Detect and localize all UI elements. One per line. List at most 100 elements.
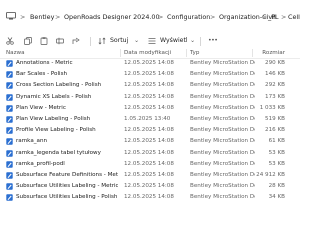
file-size: 146 KB — [265, 71, 285, 78]
breadcrumb-separator: > — [158, 13, 164, 21]
file-date-modified: 12.05.2025 14:08 — [124, 160, 174, 167]
file-type: Bentley MicroStation De... — [190, 160, 255, 167]
column-divider[interactable] — [186, 49, 187, 57]
breadcrumb-separator: > — [20, 13, 26, 21]
dgn-file-icon — [6, 194, 13, 202]
file-size: 290 KB — [265, 60, 285, 66]
file-name: Plan View - Metric — [16, 104, 66, 111]
file-row[interactable]: Profile View Labeling - Polish 12.05.2025… — [0, 125, 300, 136]
file-size: 519 KB — [265, 116, 285, 122]
breadcrumb-pl[interactable]: _PL — [268, 13, 279, 21]
copy-icon[interactable] — [24, 37, 32, 45]
share-icon[interactable] — [72, 37, 80, 45]
dgn-file-icon — [6, 161, 13, 168]
dgn-file-icon — [6, 105, 13, 112]
file-date-modified: 12.05.2025 14:08 — [124, 183, 174, 190]
file-name: Profile View Labeling - Polish — [16, 127, 96, 134]
file-size: 53 KB — [268, 149, 285, 156]
file-date-modified: 12.05.2025 14:08 — [124, 149, 174, 156]
column-type-header[interactable]: Typ — [190, 49, 199, 57]
file-date-modified: 12.05.2025 14:08 — [124, 60, 174, 66]
file-row[interactable]: Subsurface Feature Definitions - Metric 1… — [0, 170, 300, 181]
command-bar: Sortuj ⌄ Wyświetl ⌄ ••• — [0, 34, 300, 48]
file-size: 173 KB — [265, 93, 285, 100]
file-row[interactable]: ramka_profil-podl 12.05.2025 14:08 Bentley… — [0, 159, 300, 170]
file-size: 292 KB — [265, 82, 285, 89]
file-date-modified: 12.05.2025 14:08 — [124, 194, 174, 201]
sort-button[interactable]: Sortuj — [110, 37, 128, 45]
file-name: ramka_legenda tabel tytułowy — [16, 149, 101, 156]
file-row[interactable]: Dynamic XS Labels - Polish 12.05.2025 14:… — [0, 92, 300, 103]
file-size: 34 KB — [268, 194, 285, 201]
breadcrumb-separator: > — [210, 13, 216, 21]
column-divider[interactable] — [252, 49, 253, 57]
file-type: Bentley MicroStation De... — [190, 194, 255, 201]
file-date-modified: 12.05.2025 14:08 — [124, 172, 174, 178]
file-name: Subsurface Utilities Labeling - Metric — [16, 183, 118, 190]
file-type: Bentley MicroStation De... — [190, 183, 255, 190]
column-size-header[interactable]: Rozmiar — [255, 49, 285, 57]
file-name: ramka_profil-podl — [16, 160, 65, 167]
paste-icon[interactable] — [40, 37, 48, 45]
file-row[interactable]: Cross Section Labeling - Polish 12.05.202… — [0, 80, 300, 91]
file-name: Plan View Labeling - Polish — [16, 116, 91, 122]
file-size: 28 KB — [268, 183, 285, 190]
file-size: 24 912 KB — [256, 172, 285, 178]
file-row[interactable]: Subsurface Utilities Labeling - Polish 12… — [0, 192, 300, 203]
file-type: Bentley MicroStation De... — [190, 127, 255, 134]
file-row[interactable]: ramka_ann 12.05.2025 14:08 Bentley MicroSt… — [0, 136, 300, 147]
file-date-modified: 12.05.2025 14:08 — [124, 138, 174, 145]
file-row[interactable]: Bar Scales - Polish 12.05.2025 14:08 Bentl… — [0, 69, 300, 80]
dgn-file-icon — [6, 116, 13, 123]
breadcrumb-cell[interactable]: Cell — [288, 13, 300, 21]
column-divider[interactable] — [120, 49, 121, 57]
file-date-modified: 12.05.2025 14:08 — [124, 82, 174, 89]
dgn-file-icon — [6, 60, 13, 67]
sort-icon[interactable] — [98, 37, 106, 45]
file-row[interactable]: Plan View Labeling - Polish 1.05.2025 13:… — [0, 114, 300, 125]
chevron-down-icon[interactable]: ⌄ — [190, 37, 195, 45]
file-row[interactable]: Subsurface Utilities Labeling - Metric 12… — [0, 181, 300, 192]
this-pc-icon[interactable] — [6, 12, 16, 20]
file-name: Dynamic XS Labels - Polish — [16, 93, 92, 100]
file-date-modified: 12.05.2025 14:08 — [124, 71, 174, 78]
file-size: 61 KB — [268, 138, 285, 145]
view-button[interactable]: Wyświetl — [160, 37, 188, 45]
breadcrumb[interactable]: > Bentley > OpenRoads Designer 2024.00 >… — [0, 0, 300, 35]
dgn-file-icon — [6, 183, 13, 190]
breadcrumb-separator: > — [55, 13, 61, 21]
dgn-file-icon — [6, 127, 13, 134]
file-name: Subsurface Utilities Labeling - Polish — [16, 194, 118, 201]
file-name: Subsurface Feature Definitions - Metric — [16, 172, 118, 178]
dgn-file-icon — [6, 138, 13, 146]
file-row[interactable]: Annotations - Metric 12.05.2025 14:08 Bent… — [0, 58, 300, 69]
file-type: Bentley MicroStation De... — [190, 60, 255, 66]
more-options-button[interactable]: ••• — [208, 37, 218, 45]
file-type: Bentley MicroStation De... — [190, 149, 255, 156]
file-name: Cross Section Labeling - Polish — [16, 82, 102, 89]
breadcrumb-openroads[interactable]: OpenRoads Designer 2024.00 — [64, 13, 160, 21]
file-size: 216 KB — [265, 127, 285, 134]
file-row[interactable]: Plan View - Metric 12.05.2025 14:08 Bentle… — [0, 103, 300, 114]
rename-icon[interactable] — [56, 37, 64, 45]
file-date-modified: 12.05.2025 14:08 — [124, 93, 174, 100]
file-date-modified: 12.05.2025 14:08 — [124, 104, 174, 111]
column-date-header[interactable]: Data modyfikacji — [124, 49, 171, 57]
cut-icon[interactable] — [6, 37, 14, 45]
file-list: Annotations - Metric 12.05.2025 14:08 Bent… — [0, 58, 300, 203]
file-size: 1 033 KB — [259, 104, 285, 111]
file-row[interactable]: ramka_legenda tabel tytułowy 12.05.2025 1… — [0, 148, 300, 159]
breadcrumb-bentley[interactable]: Bentley — [30, 13, 54, 21]
breadcrumb-separator: > — [281, 13, 287, 21]
view-icon[interactable] — [148, 37, 156, 45]
file-name: Bar Scales - Polish — [16, 71, 68, 78]
dgn-file-icon — [6, 149, 13, 157]
file-type: Bentley MicroStation De... — [190, 93, 255, 100]
file-name: Annotations - Metric — [16, 60, 73, 66]
chevron-down-icon[interactable]: ⌄ — [134, 37, 139, 45]
file-type: Bentley MicroStation De... — [190, 172, 255, 178]
file-type: Bentley MicroStation De... — [190, 71, 255, 78]
file-date-modified: 1.05.2025 13:40 — [124, 116, 171, 122]
breadcrumb-configuration[interactable]: Configuration — [167, 13, 210, 21]
column-name-header[interactable]: Nazwa — [6, 49, 25, 57]
